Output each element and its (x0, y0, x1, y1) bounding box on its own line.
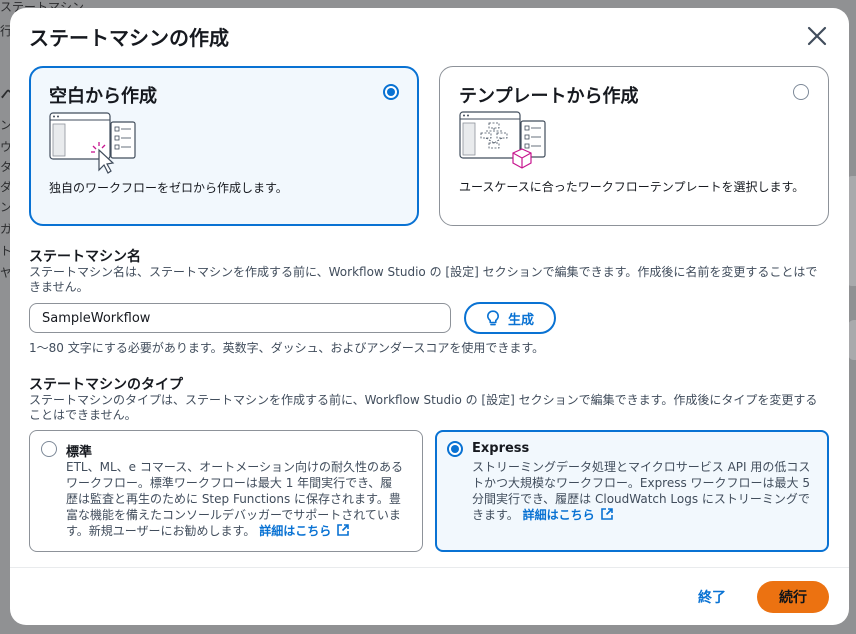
type-title: 標準 (66, 445, 93, 460)
option-title: テンプレートから作成 (459, 86, 639, 107)
state-machine-type-label: ステートマシンのタイプ (29, 377, 183, 393)
close-icon (807, 26, 827, 46)
state-machine-name-input[interactable] (29, 303, 451, 333)
type-radio-express[interactable] (447, 441, 463, 457)
option-title: 空白から作成 (49, 86, 157, 107)
close-button[interactable] (805, 24, 829, 48)
background-panel (848, 320, 856, 360)
learn-more-link[interactable]: 詳細はこちら (259, 524, 350, 538)
continue-button[interactable]: 続行 (757, 581, 829, 613)
learn-more-label: 詳細はこちら (522, 508, 595, 522)
external-link-icon (600, 508, 613, 520)
state-machine-name-description: ステートマシン名は、ステートマシンを作成する前に、Workflow Studio… (29, 265, 818, 294)
footer-divider (10, 567, 849, 568)
type-radio-standard[interactable] (41, 441, 57, 457)
modal-title: ステートマシンの作成 (29, 26, 229, 50)
option-card-template[interactable]: テンプレートから作成 ユースケースに合ったワークフローテンプレートを選択します。 (439, 66, 829, 226)
blank-canvas-cursor-icon (49, 112, 136, 174)
type-description: ETL、ML、e コマース、オートメーション向けの耐久性のあるワークフロー。標準… (66, 459, 404, 539)
create-state-machine-modal: ステートマシンの作成 空白から作成 独自のワークフローをゼロから作成します。 テ… (10, 8, 849, 625)
generate-label: 生成 (507, 312, 534, 328)
option-radio[interactable] (383, 84, 399, 100)
option-radio[interactable] (793, 84, 809, 100)
type-title: Express (472, 441, 530, 456)
option-description: 独自のワークフローをゼロから作成します。 (49, 181, 288, 195)
type-card-express[interactable]: Express ストリーミングデータ処理とマイクロサービス API 用の低コスト… (435, 430, 829, 552)
name-constraint-hint: 1～80 文字にする必要があります。英数字、ダッシュ、およびアンダースコアを使用… (29, 341, 545, 355)
lightbulb-icon (486, 310, 499, 326)
option-card-blank[interactable]: 空白から作成 独自のワークフローをゼロから作成します。 (29, 66, 419, 226)
state-machine-type-description: ステートマシンのタイプは、ステートマシンを作成する前に、Workflow Stu… (29, 393, 818, 422)
type-card-standard[interactable]: 標準 ETL、ML、e コマース、オートメーション向けの耐久性のあるワークフロー… (29, 430, 423, 552)
state-machine-name-label: ステートマシン名 (29, 249, 141, 265)
cancel-button[interactable]: 終了 (690, 582, 734, 612)
template-flow-icon (459, 111, 546, 169)
type-description: ストリーミングデータ処理とマイクロサービス API 用の低コストかつ大規模なワー… (472, 459, 818, 523)
option-description: ユースケースに合ったワークフローテンプレートを選択します。 (459, 180, 805, 194)
learn-more-label: 詳細はこちら (259, 524, 332, 538)
generate-name-button[interactable]: 生成 (464, 302, 556, 334)
type-description-text: ETL、ML、e コマース、オートメーション向けの耐久性のあるワークフロー。標準… (66, 460, 403, 538)
external-link-icon (337, 524, 350, 536)
learn-more-link[interactable]: 詳細はこちら (523, 508, 614, 522)
